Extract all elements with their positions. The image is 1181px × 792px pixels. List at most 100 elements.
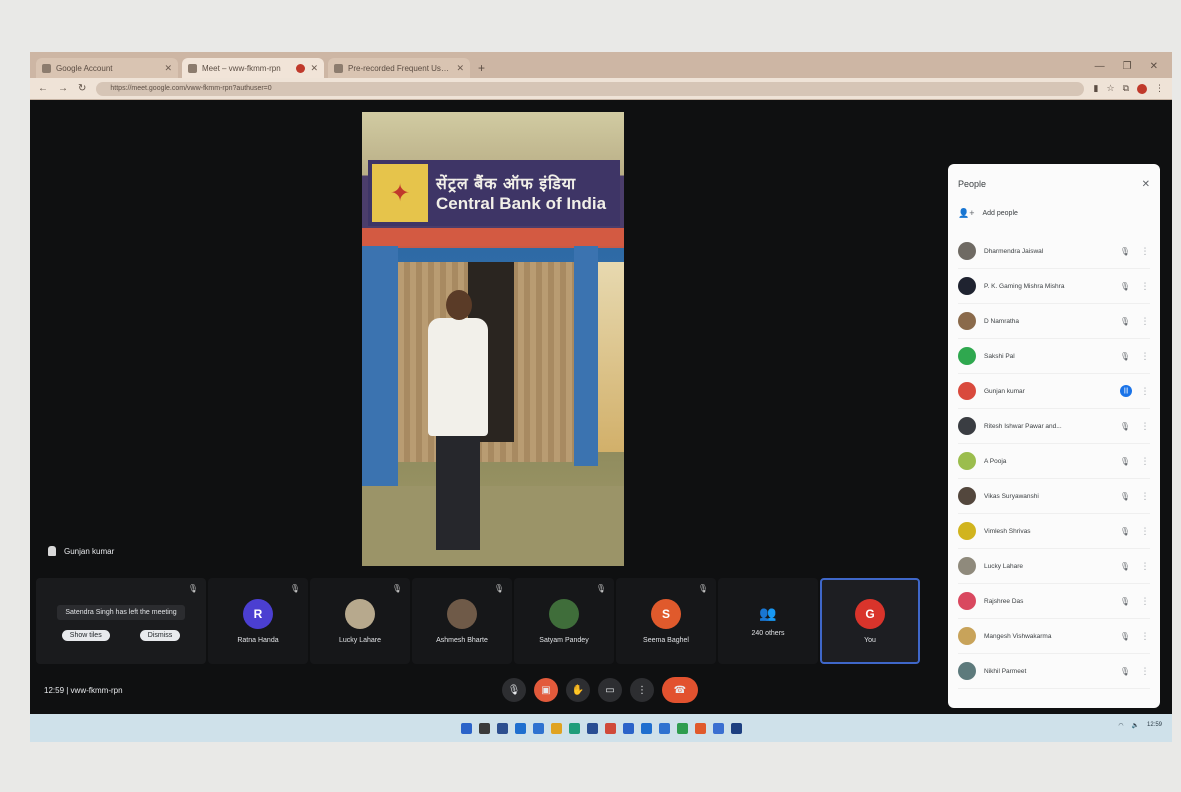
taskbar-app-icon[interactable] [730,722,742,734]
more-options-icon[interactable]: ⋮ [630,678,654,702]
close-window-icon[interactable]: ✕ [1150,61,1158,72]
end-call-button[interactable]: ☎ [662,677,698,703]
minimize-icon[interactable]: — [1095,61,1105,72]
self-tile[interactable]: G You [820,578,920,664]
mic-off-icon[interactable]: 🎙 [1118,527,1132,536]
more-options-icon[interactable]: ⋮ [1140,456,1150,467]
taskbar-app-icon[interactable] [640,722,652,734]
camera-indicator-icon[interactable]: ▮ [1094,83,1099,94]
main-video-feed[interactable]: ✦ सेंट्रल बैंक ऑफ इंडिया Central Bank of… [362,112,624,566]
participant-tile[interactable]: 🎙 R Ratna Handa [208,578,308,664]
participant-row[interactable]: Rajshree Das 🎙 ⋮ [958,584,1150,619]
mic-off-icon[interactable]: 🎙 [1118,562,1132,571]
more-options-icon[interactable]: ⋮ [1140,631,1150,642]
participant-row[interactable]: Nikhil Parmeet 🎙 ⋮ [958,654,1150,689]
taskbar-app-icon[interactable] [658,722,670,734]
pin-icon[interactable] [48,546,56,556]
mic-off-icon[interactable]: 🎙 [1118,457,1132,466]
more-options-icon[interactable]: ⋮ [1140,386,1150,397]
mic-off-icon[interactable]: 🎙 [1118,247,1132,256]
participant-row[interactable]: Mangesh Vishwakarma 🎙 ⋮ [958,619,1150,654]
taskbar-app-icon[interactable] [604,722,616,734]
taskbar-app-icon[interactable] [478,722,490,734]
participant-tile[interactable]: 🎙 S Seema Baghel [616,578,716,664]
reload-icon[interactable]: ↻ [78,83,86,94]
taskbar-app-icon[interactable] [622,722,634,734]
browser-tab-2[interactable]: Meet – vww-fkmm-rpn ✕ [182,58,324,78]
browser-tab-1[interactable]: Google Account ✕ [36,58,178,78]
more-options-icon[interactable]: ⋮ [1140,316,1150,327]
participant-name: Mangesh Vishwakarma [984,632,1052,640]
star-icon[interactable]: ☆ [1106,83,1114,94]
taskbar-app-icon[interactable] [712,722,724,734]
menu-icon[interactable]: ⋮ [1155,83,1164,94]
extensions-icon[interactable]: ⧉ [1123,83,1129,94]
participant-row[interactable]: A Pooja 🎙 ⋮ [958,444,1150,479]
dismiss-button[interactable]: Dismiss [139,630,181,641]
add-people-button[interactable]: 👤+ Add people [958,206,1150,220]
mic-off-icon[interactable]: 🎙 [1118,597,1132,606]
participant-tile[interactable]: 🎙 Ashmesh Bharte [412,578,512,664]
participant-row[interactable]: Sakshi Pal 🎙 ⋮ [958,339,1150,374]
taskbar-app-icon[interactable] [514,722,526,734]
close-icon[interactable]: ✕ [1142,179,1150,190]
participant-row[interactable]: P. K. Gaming Mishra Mishra 🎙 ⋮ [958,269,1150,304]
taskbar-app-icon[interactable] [676,722,688,734]
show-tiles-button[interactable]: Show tiles [61,630,110,641]
participant-tile[interactable]: 🎙 Satyam Pandey [514,578,614,664]
taskbar-app-icon[interactable] [532,722,544,734]
taskbar-app-icon[interactable] [460,722,472,734]
participant-row[interactable]: Lucky Lahare 🎙 ⋮ [958,549,1150,584]
close-icon[interactable]: ✕ [164,63,172,74]
tray-clock[interactable]: 12:59 [1147,722,1162,729]
participant-tile[interactable]: 🎙 Lucky Lahare [310,578,410,664]
participant-row[interactable]: D Namratha 🎙 ⋮ [958,304,1150,339]
profile-avatar[interactable] [1137,83,1147,94]
browser-tabbar: Google Account ✕ Meet – vww-fkmm-rpn ✕ P… [30,52,1172,78]
back-icon[interactable]: ← [38,83,48,94]
mic-toggle-icon[interactable]: 🎙 [502,678,526,702]
taskbar-app-icon[interactable] [694,722,706,734]
mic-off-icon[interactable]: 🎙 [1118,667,1132,676]
mic-off-icon[interactable]: 🎙 [1118,317,1132,326]
tab-title: Google Account [56,63,113,73]
more-options-icon[interactable]: ⋮ [1140,596,1150,607]
close-icon[interactable]: ✕ [456,63,464,74]
speaking-icon[interactable]: ||| [1120,385,1132,397]
more-options-icon[interactable]: ⋮ [1140,491,1150,502]
raise-hand-icon[interactable]: ✋ [566,678,590,702]
new-tab-button[interactable]: + [478,61,485,75]
mic-off-icon[interactable]: 🎙 [1118,352,1132,361]
more-options-icon[interactable]: ⋮ [1140,246,1150,257]
more-options-icon[interactable]: ⋮ [1140,351,1150,362]
participant-row[interactable]: Ritesh Ishwar Pawar and... 🎙 ⋮ [958,409,1150,444]
wifi-icon[interactable]: ◠ [1118,722,1123,729]
mic-off-icon[interactable]: 🎙 [1118,632,1132,641]
participant-row[interactable]: Dharmendra Jaiswal 🎙 ⋮ [958,234,1150,269]
volume-icon[interactable]: 🔈 [1132,722,1139,729]
mic-off-icon[interactable]: 🎙 [1118,422,1132,431]
mic-off-icon[interactable]: 🎙 [1118,282,1132,291]
participant-row[interactable]: Vikas Suryawanshi 🎙 ⋮ [958,479,1150,514]
taskbar-app-icon[interactable] [496,722,508,734]
more-options-icon[interactable]: ⋮ [1140,526,1150,537]
present-screen-icon[interactable]: ▭ [598,678,622,702]
url-field[interactable]: https://meet.google.com/vww-fkmm-rpn?aut… [96,81,1084,96]
people-panel-title: People [958,179,987,189]
forward-icon[interactable]: → [58,83,68,94]
more-options-icon[interactable]: ⋮ [1140,281,1150,292]
taskbar-app-icon[interactable] [550,722,562,734]
participant-row[interactable]: Vimlesh Shrivas 🎙 ⋮ [958,514,1150,549]
more-options-icon[interactable]: ⋮ [1140,421,1150,432]
others-tile[interactable]: 👥 240 others [718,578,818,664]
taskbar-app-icon[interactable] [586,722,598,734]
close-icon[interactable]: ✕ [310,63,318,74]
more-options-icon[interactable]: ⋮ [1140,666,1150,677]
more-options-icon[interactable]: ⋮ [1140,561,1150,572]
camera-toggle-icon[interactable]: ▣ [534,678,558,702]
participant-row[interactable]: Gunjan kumar ||| ⋮ [958,374,1150,409]
taskbar-app-icon[interactable] [568,722,580,734]
maximize-icon[interactable]: ❐ [1123,61,1132,72]
browser-tab-3[interactable]: Pre-recorded Frequent Users ✕ [328,58,470,78]
mic-off-icon[interactable]: 🎙 [1118,492,1132,501]
